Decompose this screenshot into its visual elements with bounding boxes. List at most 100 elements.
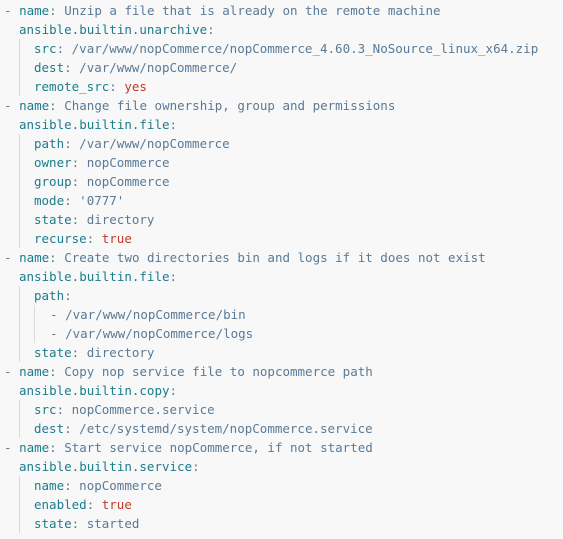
indent-guide — [34, 324, 35, 343]
code-line: ansible.builtin.service: — [0, 457, 563, 476]
indent-guide — [19, 191, 20, 210]
yaml-value: nopCommerce — [79, 478, 162, 493]
list-dash: - — [4, 364, 20, 379]
indent-guide — [19, 134, 20, 153]
indent-guide — [19, 324, 20, 343]
code-line: state: started — [0, 514, 563, 533]
yaml-value: started — [86, 516, 140, 531]
colon: : — [86, 497, 102, 512]
code-text: - name: Create two directories bin and l… — [4, 248, 486, 267]
yaml-key: remote_src — [34, 79, 110, 94]
yaml-boolean: yes — [124, 79, 147, 94]
colon: : — [49, 250, 65, 265]
yaml-key: name — [34, 478, 65, 493]
code-text: dest: /etc/systemd/system/nopCommerce.se… — [34, 419, 373, 438]
code-text: group: nopCommerce — [34, 172, 170, 191]
colon: : — [64, 193, 80, 208]
yaml-key: name — [19, 440, 50, 455]
yaml-key: ansible.builtin.service — [19, 459, 193, 474]
colon: : — [71, 212, 87, 227]
colon: : — [49, 98, 65, 113]
code-text: enabled: true — [34, 495, 132, 514]
yaml-key: ansible.builtin.unarchive — [19, 22, 208, 37]
yaml-key: state — [34, 516, 72, 531]
yaml-value: Start service nopCommerce, if not starte… — [64, 440, 373, 455]
code-line: owner: nopCommerce — [0, 153, 563, 172]
indent-guide — [19, 210, 20, 229]
code-line: src: /var/www/nopCommerce/nopCommerce_4.… — [0, 39, 563, 58]
yaml-key: name — [19, 250, 50, 265]
yaml-value: nopCommerce — [86, 155, 170, 170]
list-dash: - — [50, 326, 66, 341]
list-dash: - — [4, 440, 20, 455]
colon: : — [64, 60, 80, 75]
code-text: dest: /var/www/nopCommerce/ — [34, 58, 237, 77]
code-text: path: — [34, 286, 72, 305]
indent-guide — [19, 229, 20, 248]
code-line: state: directory — [0, 210, 563, 229]
code-line: - name: Start service nopCommerce, if no… — [0, 438, 563, 457]
yaml-key: mode — [34, 193, 65, 208]
code-text: name: nopCommerce — [34, 476, 162, 495]
code-line: - /var/www/nopCommerce/bin — [0, 305, 563, 324]
code-text: state: directory — [34, 343, 154, 362]
indent-guide — [19, 400, 20, 419]
yaml-value: directory — [86, 212, 155, 227]
code-text: src: /var/www/nopCommerce/nopCommerce_4.… — [34, 39, 538, 58]
colon: : — [56, 41, 72, 56]
yaml-key: ansible.builtin.file — [19, 269, 170, 284]
yaml-key: group — [34, 174, 72, 189]
yaml-key: src — [34, 41, 57, 56]
yaml-value: nopCommerce — [86, 174, 170, 189]
indent-guide — [19, 343, 20, 362]
yaml-boolean: true — [101, 497, 132, 512]
yaml-value: /var/www/nopCommerce — [79, 136, 230, 151]
indent-guide — [19, 153, 20, 172]
list-dash: - — [4, 98, 20, 113]
colon: : — [71, 516, 87, 531]
code-text: state: directory — [34, 210, 154, 229]
colon: : — [86, 231, 102, 246]
code-line: recurse: true — [0, 229, 563, 248]
code-line: ansible.builtin.unarchive: — [0, 20, 563, 39]
code-text: - name: Change file ownership, group and… — [4, 96, 395, 115]
indent-guide — [34, 305, 35, 324]
list-dash: - — [4, 3, 20, 18]
code-text: - /var/www/nopCommerce/logs — [50, 324, 253, 343]
code-line: ansible.builtin.file: — [0, 115, 563, 134]
colon: : — [64, 421, 80, 436]
colon: : — [64, 136, 80, 151]
code-line: remote_src: yes — [0, 77, 563, 96]
code-text: ansible.builtin.copy: — [19, 381, 177, 400]
yaml-value: Unzip a file that is already on the remo… — [64, 3, 441, 18]
colon: : — [169, 383, 178, 398]
indent-guide — [19, 419, 20, 438]
yaml-key: owner — [34, 155, 72, 170]
indent-guide — [19, 39, 20, 58]
yaml-boolean: true — [101, 231, 132, 246]
yaml-key: name — [19, 364, 50, 379]
code-text: - name: Copy nop service file to nopcomm… — [4, 362, 373, 381]
code-line: ansible.builtin.copy: — [0, 381, 563, 400]
colon: : — [56, 402, 72, 417]
code-text: - name: Start service nopCommerce, if no… — [4, 438, 373, 457]
code-text: - /var/www/nopCommerce/bin — [50, 305, 246, 324]
code-line: src: nopCommerce.service — [0, 400, 563, 419]
yaml-value: nopCommerce.service — [71, 402, 215, 417]
yaml-key: dest — [34, 421, 65, 436]
yaml-value: /etc/systemd/system/nopCommerce.service — [79, 421, 373, 436]
yaml-key: dest — [34, 60, 65, 75]
code-editor[interactable]: - name: Unzip a file that is already on … — [0, 0, 563, 539]
yaml-key: name — [19, 3, 50, 18]
code-text: ansible.builtin.unarchive: — [19, 20, 215, 39]
code-text: mode: '0777' — [34, 191, 124, 210]
code-text: recurse: true — [34, 229, 132, 248]
indent-guide — [19, 286, 20, 305]
code-line: - name: Change file ownership, group and… — [0, 96, 563, 115]
indent-guide — [19, 305, 20, 324]
colon: : — [71, 174, 87, 189]
colon: : — [192, 459, 200, 474]
code-line: dest: /var/www/nopCommerce/ — [0, 58, 563, 77]
code-text: remote_src: yes — [34, 77, 147, 96]
indent-guide — [19, 77, 20, 96]
